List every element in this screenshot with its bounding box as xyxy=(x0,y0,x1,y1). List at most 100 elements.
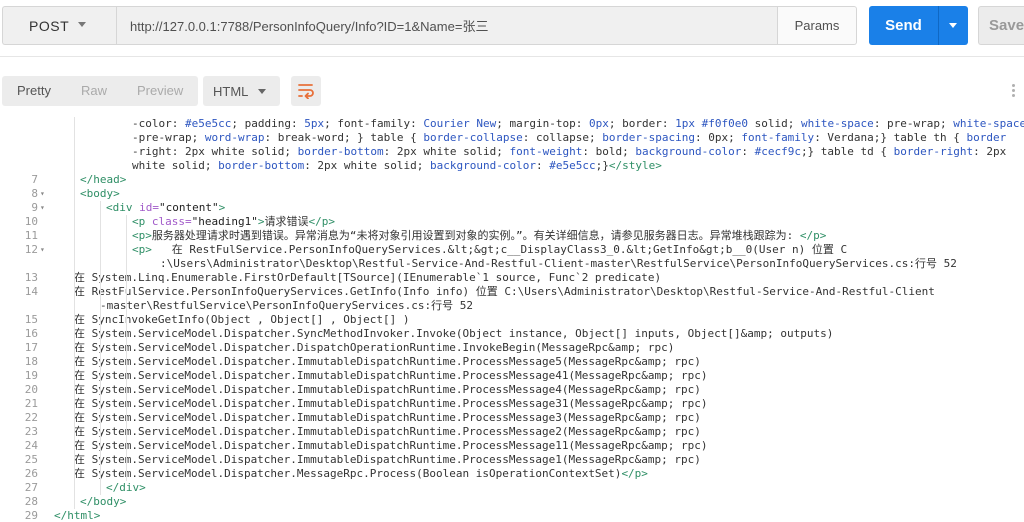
fold-toggle-icon[interactable]: ▾ xyxy=(40,187,45,201)
code-token: border-right xyxy=(893,145,974,158)
code-token: <div xyxy=(106,201,140,214)
line-number: 24 xyxy=(24,439,38,452)
code-token: : xyxy=(741,145,755,158)
code-token: </p> xyxy=(799,229,827,242)
fold-toggle-icon[interactable]: ▾ xyxy=(40,201,45,215)
line-number: 17 xyxy=(24,341,38,354)
code-token: 请求错误 xyxy=(264,215,309,228)
code-token: ;} table td { xyxy=(800,145,894,158)
format-select[interactable]: HTML xyxy=(203,76,280,106)
code-token: 0px xyxy=(589,117,609,130)
code-token: 在 RestFulService.PersonInfoQueryServices… xyxy=(74,285,935,298)
code-token: border-bottom xyxy=(218,159,305,172)
code-token: : 0px; xyxy=(694,131,742,144)
line-number: 28 xyxy=(24,495,38,508)
line-number: 23 xyxy=(24,425,38,438)
code-token: border-collapse xyxy=(423,131,523,144)
line-number: 19 xyxy=(24,369,38,382)
line-number: 14 xyxy=(24,285,38,298)
chevron-down-icon xyxy=(78,22,86,27)
code-token: ; padding: xyxy=(231,117,305,130)
response-code-viewer[interactable]: -color: #e5e5cc; padding: 5px; font-fami… xyxy=(0,117,1024,522)
url-text: http://127.0.0.1:7788/PersonInfoQuery/In… xyxy=(130,19,489,34)
code-line: :\Users\Administrator\Desktop\Restful-Se… xyxy=(0,257,1024,271)
code-token: 在 System.ServiceModel.Dispatcher.Message… xyxy=(74,467,622,480)
code-text: 在 System.ServiceModel.Dispatcher.Immutab… xyxy=(74,411,701,425)
code-token: 在 System.ServiceModel.Dispatcher.Immutab… xyxy=(74,397,708,410)
code-text: 在 System.ServiceModel.Dispatcher.Immutab… xyxy=(74,355,701,369)
code-line: 22 在 System.ServiceModel.Dispatcher.Immut… xyxy=(0,411,1024,425)
code-token: ; margin-top: xyxy=(496,117,589,130)
code-token: : 2px white solid; xyxy=(383,145,510,158)
code-line: 24 在 System.ServiceModel.Dispatcher.Immut… xyxy=(0,439,1024,453)
code-line: 14 在 RestFulService.PersonInfoQueryServic… xyxy=(0,285,1024,299)
code-token: <body> xyxy=(80,187,120,200)
code-token: 在 System.ServiceModel.Dispatcher.Immutab… xyxy=(74,439,708,452)
code-token: -right: 2px white solid; xyxy=(132,145,298,158)
section-divider xyxy=(0,56,1024,57)
code-text: 在 System.ServiceModel.Dispatcher.Immutab… xyxy=(74,383,701,397)
code-text: 在 System.ServiceModel.Dispatcher.Message… xyxy=(74,467,648,481)
code-text: -right: 2px white solid; border-bottom: … xyxy=(132,145,1006,159)
code-token: border xyxy=(966,131,1007,144)
method-label: POST xyxy=(29,17,70,34)
code-token: : xyxy=(536,159,550,172)
line-number: 16 xyxy=(24,327,38,340)
code-text: </head> xyxy=(80,173,126,187)
code-line: 29 </html> xyxy=(0,509,1024,522)
code-line: -right: 2px white solid; border-bottom: … xyxy=(0,145,1024,159)
send-button[interactable]: Send xyxy=(869,6,938,45)
send-dropdown-button[interactable] xyxy=(938,6,968,45)
code-token: background-color xyxy=(635,145,742,158)
code-token: white-space xyxy=(800,117,874,130)
code-token: Courier New xyxy=(423,117,497,130)
code-text: -color: #e5e5cc; padding: 5px; font-fami… xyxy=(132,117,1024,131)
code-token: </html> xyxy=(54,509,101,522)
fold-toggle-icon[interactable]: ▾ xyxy=(40,243,45,257)
code-text: </body> xyxy=(80,495,126,509)
code-line: 9 ▾ <div id="content"> xyxy=(0,201,1024,215)
params-button[interactable]: Params xyxy=(778,6,857,45)
code-token: </p> xyxy=(621,467,648,480)
code-token: 5px xyxy=(304,117,325,130)
code-token: : Verdana;} table th { xyxy=(814,131,967,144)
code-text: 在 System.ServiceModel.Dispatcher.Immutab… xyxy=(74,397,708,411)
code-text: 在 System.ServiceModel.Dispatcher.Immutab… xyxy=(74,369,708,383)
word-wrap-button[interactable] xyxy=(291,76,321,106)
code-token: ; border: xyxy=(608,117,676,130)
code-token: #e5e5cc xyxy=(184,117,232,130)
code-token: 在 System.ServiceModel.Dispatcher.Immutab… xyxy=(74,425,701,438)
more-options-icon[interactable] xyxy=(1012,84,1015,97)
code-line: 21 在 System.ServiceModel.Dispatcher.Immut… xyxy=(0,397,1024,411)
code-token: font-family xyxy=(741,131,815,144)
save-button[interactable]: Save xyxy=(978,6,1024,45)
code-token: 在 System.Linq.Enumerable.FirstOrDefault[… xyxy=(74,271,662,284)
line-number: 9 xyxy=(31,201,38,214)
code-token: background-color xyxy=(430,159,536,172)
code-line: 17 在 System.ServiceModel.Dispatcher.Dispa… xyxy=(0,341,1024,355)
code-line: 8 ▾ <body> xyxy=(0,187,1024,201)
code-token: font-weight xyxy=(509,145,583,158)
code-text: <p>服务器处理请求时遇到错误。异常消息为“未将对象引用设置到对象的实例。”。有… xyxy=(132,229,826,243)
code-token: 在 System.ServiceModel.Dispatcher.Immutab… xyxy=(74,369,708,382)
url-input[interactable]: http://127.0.0.1:7788/PersonInfoQuery/In… xyxy=(116,6,778,45)
tab-raw[interactable]: Raw xyxy=(66,76,122,106)
code-token: 在 System.ServiceModel.Dispatcher.Immutab… xyxy=(74,383,701,396)
tab-preview[interactable]: Preview xyxy=(122,76,198,106)
code-token: ;} xyxy=(595,159,609,172)
code-line: 20 在 System.ServiceModel.Dispatcher.Immut… xyxy=(0,383,1024,397)
line-number: 22 xyxy=(24,411,38,424)
code-token: #cecf9c xyxy=(754,145,801,158)
code-token: 在 SyncInvokeGetInfo(Object , Object[] , … xyxy=(74,313,410,326)
code-token: -master\RestfulService\PersonInfoQuerySe… xyxy=(100,299,473,312)
code-token: :\Users\Administrator\Desktop\Restful-Se… xyxy=(160,257,957,270)
code-token: "heading1" xyxy=(191,215,258,228)
code-token: border-spacing xyxy=(602,131,695,144)
code-token: #e5e5cc xyxy=(549,159,596,172)
code-token: 在 System.ServiceModel.Dispatcher.SyncMet… xyxy=(74,327,834,340)
code-line: 15 在 SyncInvokeGetInfo(Object , Object[] … xyxy=(0,313,1024,327)
tab-pretty[interactable]: Pretty xyxy=(2,76,66,106)
method-select[interactable]: POST xyxy=(2,6,116,45)
line-number: 10 xyxy=(24,215,38,228)
code-token: 在 System.ServiceModel.Dispatcher.Immutab… xyxy=(74,355,701,368)
